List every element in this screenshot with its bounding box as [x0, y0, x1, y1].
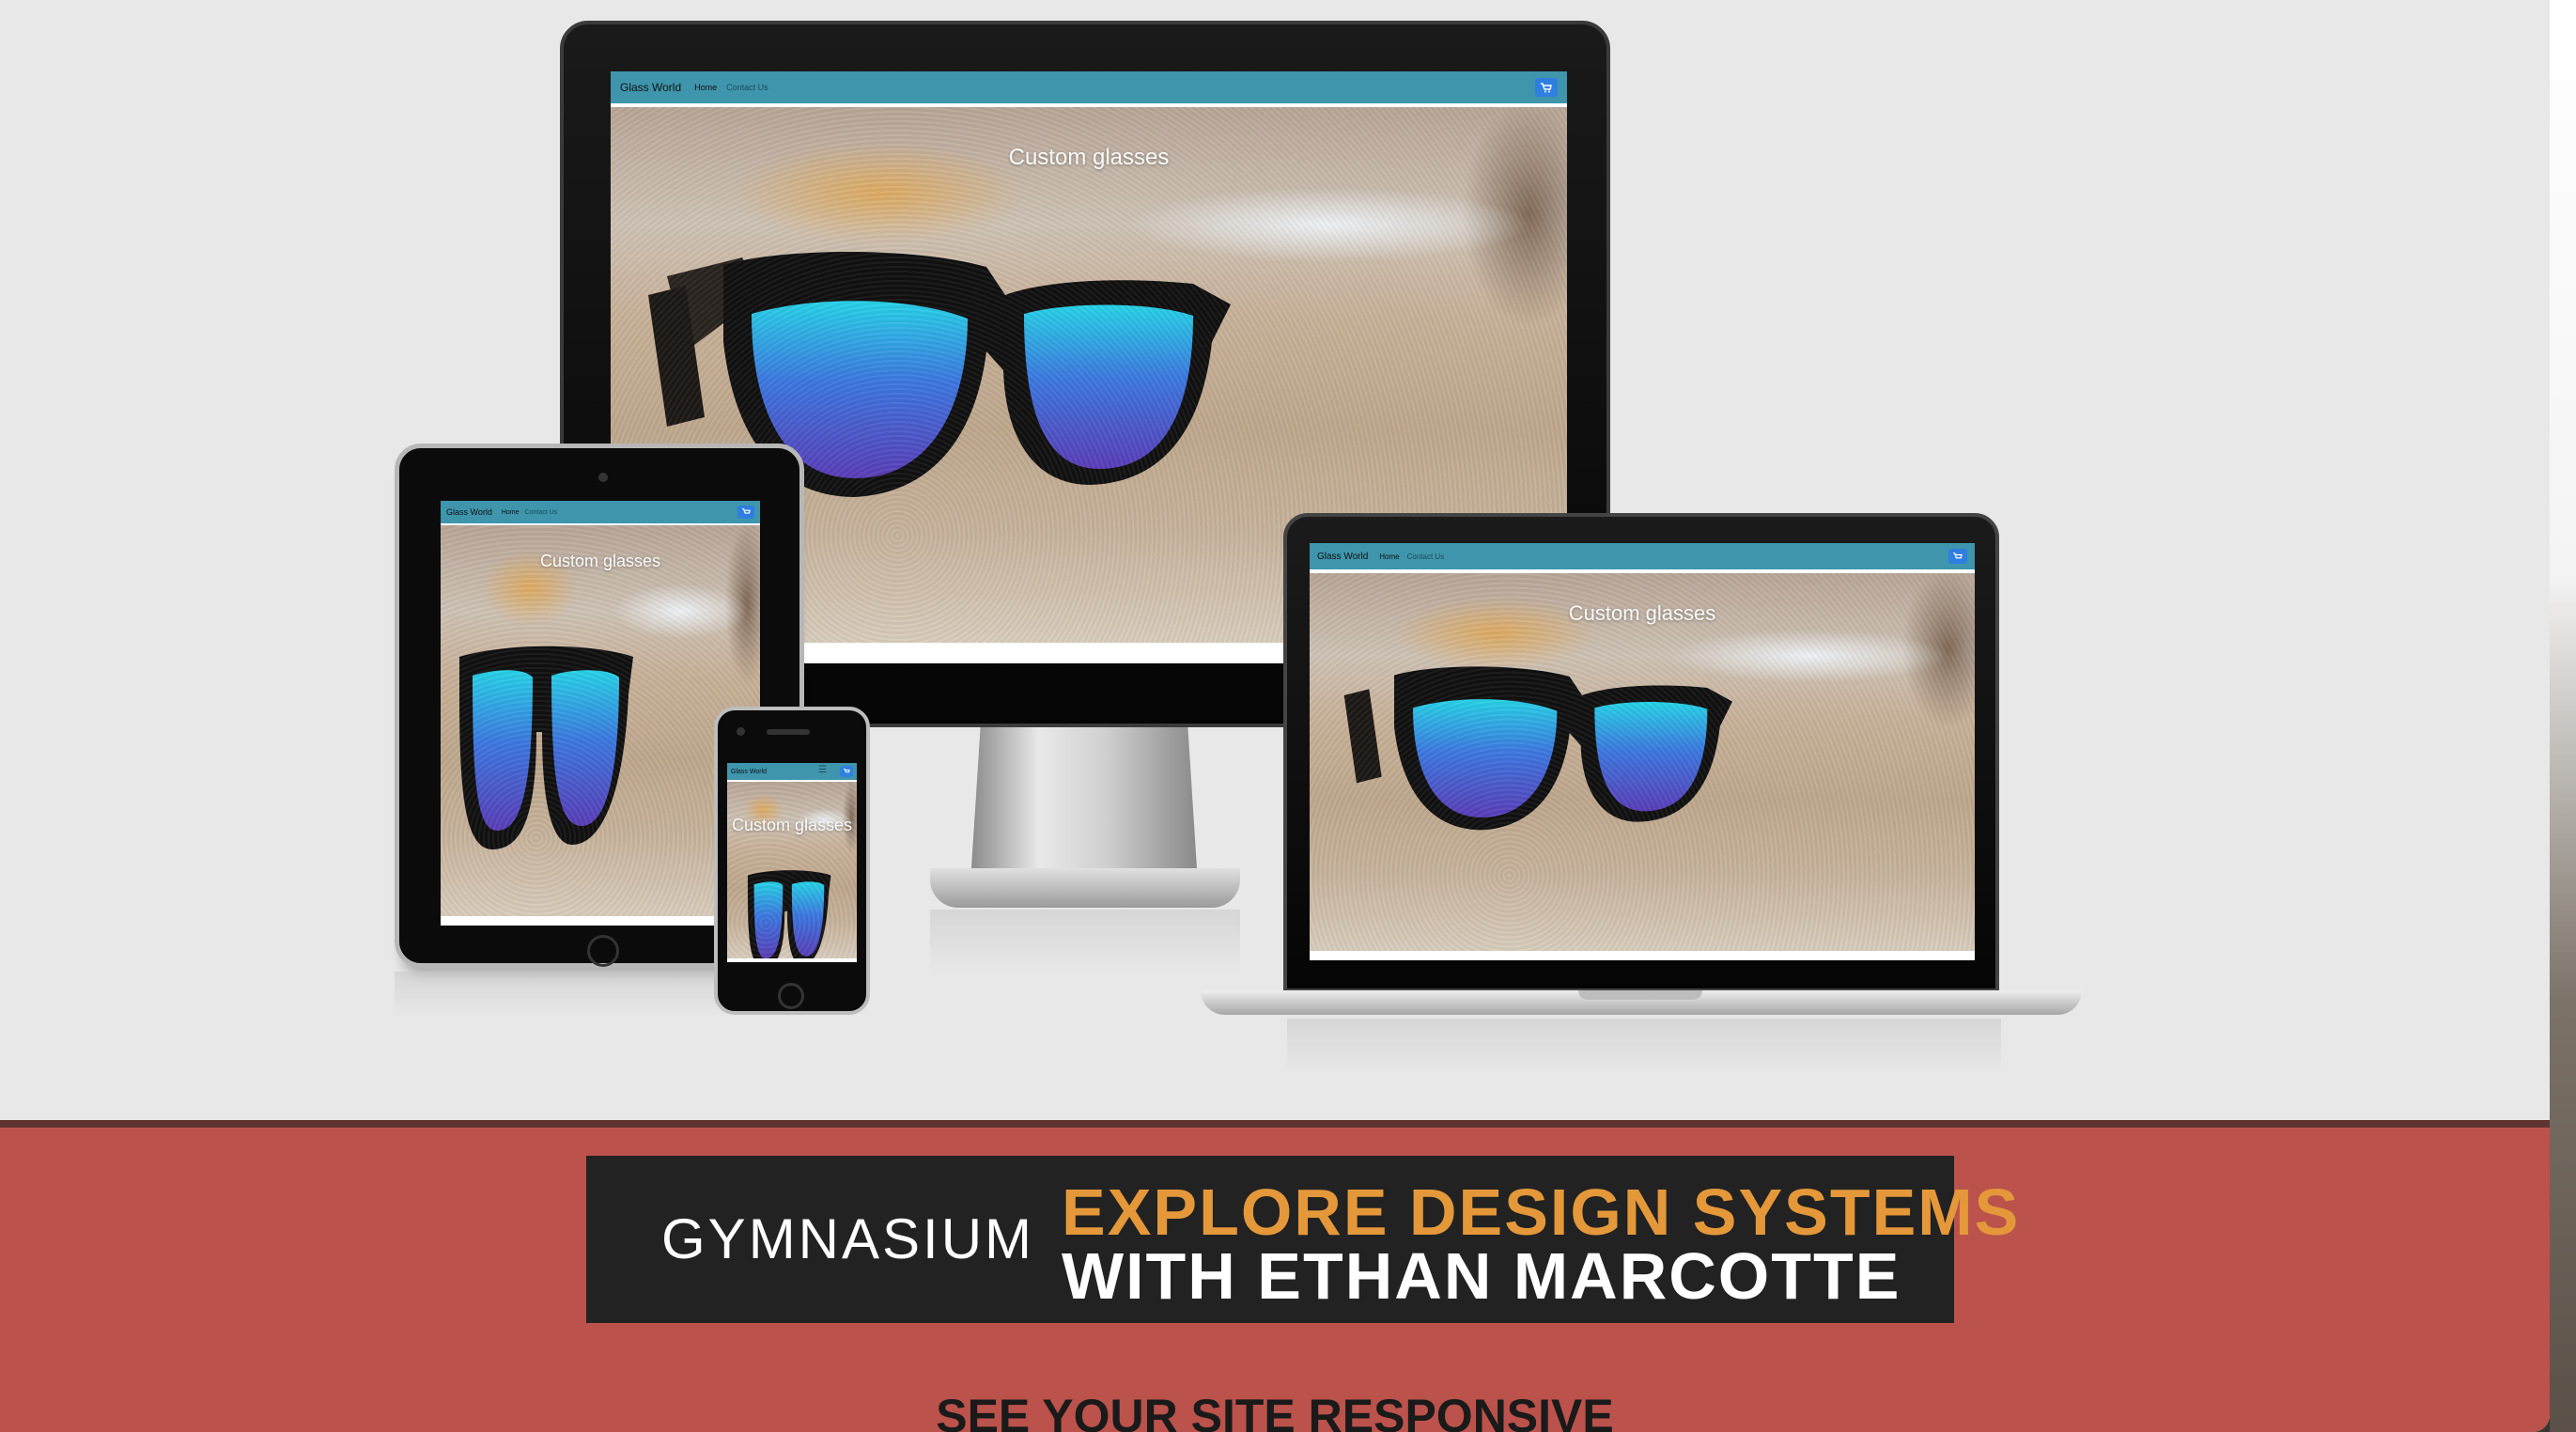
laptop-cart-button[interactable] — [1948, 549, 1967, 564]
monitor-stand — [971, 727, 1197, 868]
laptop-nav-contact[interactable]: Contact Us — [1407, 553, 1445, 561]
hamburger-menu-icon[interactable]: ☰ — [818, 766, 827, 775]
tablet-home-button — [587, 935, 619, 967]
monitor-stand-base — [930, 868, 1240, 908]
laptop-reflection — [1287, 1019, 2001, 1075]
desktop-nav-contact[interactable]: Contact Us — [726, 83, 768, 92]
phone-home-button — [778, 983, 804, 1009]
cart-icon — [843, 769, 850, 773]
background-window-edge — [2550, 0, 2576, 1432]
phone-speaker — [767, 729, 810, 735]
tablet-hero-image: Custom glasses — [441, 525, 760, 916]
tablet-camera — [598, 473, 608, 482]
banner-headline-line2: WITH ETHAN MARCOTTE — [1062, 1239, 1901, 1313]
tablet-nav-home[interactable]: Home — [502, 509, 520, 516]
gymnasium-ad-banner[interactable]: GYMNASIUM EXPLORE DESIGN SYSTEMS WITH ET… — [586, 1156, 2018, 1323]
desktop-navbar: Glass World Home Contact Us — [611, 71, 1567, 103]
desktop-hero-text: Custom glasses — [1008, 145, 1170, 170]
phone-navbar: Glass World ☰ — [727, 763, 857, 780]
tablet-navbar: Glass World Home Contact Us — [441, 501, 760, 523]
phone-screen: Glass World ☰ Custom glasses — [727, 763, 857, 962]
cart-icon — [1953, 552, 1963, 558]
sunglasses-image — [1343, 666, 1732, 831]
desktop-nav-home[interactable]: Home — [694, 83, 717, 92]
phone-camera — [737, 727, 745, 736]
phone-brand[interactable]: Glass World — [731, 769, 767, 775]
desktop-cart-button[interactable] — [1535, 78, 1558, 97]
tablet-nav-contact[interactable]: Contact Us — [525, 509, 558, 516]
sunglasses-image — [747, 870, 831, 958]
laptop-notch — [1578, 990, 1702, 1000]
sunglasses-image — [459, 646, 633, 849]
laptop-screen: Glass World Home Contact Us Custom glass… — [1310, 543, 1975, 960]
gymnasium-logo-text: GYMNASIUM — [661, 1207, 1035, 1270]
gymnasium-logo: GYMNASIUM — [661, 1206, 1034, 1271]
stand-reflection — [930, 910, 1240, 975]
tablet-hero-text: Custom glasses — [539, 552, 661, 570]
laptop-nav-home[interactable]: Home — [1379, 553, 1399, 561]
laptop-brand[interactable]: Glass World — [1317, 552, 1368, 562]
phone-hero-image: Custom glasses — [727, 782, 857, 958]
section-heading: SEE YOUR SITE RESPONSIVE — [936, 1390, 1614, 1432]
tablet-cart-button[interactable] — [737, 506, 754, 519]
cart-icon — [741, 508, 751, 514]
laptop-mockup: Glass World Home Contact Us Custom glass… — [1283, 513, 1999, 992]
phone-cart-button[interactable] — [840, 766, 853, 777]
cart-icon — [1541, 82, 1552, 92]
desktop-brand[interactable]: Glass World — [620, 81, 681, 94]
page: Glass World Home Contact Us Custom glass… — [0, 0, 2550, 1432]
laptop-hero-image: Custom glasses — [1310, 573, 1975, 951]
laptop-navbar: Glass World Home Contact Us — [1310, 543, 1975, 569]
tablet-brand[interactable]: Glass World — [446, 507, 492, 517]
tablet-screen: Glass World Home Contact Us Custom glass… — [441, 501, 760, 926]
phone-mockup: Glass World ☰ Custom glasses — [714, 707, 870, 1015]
laptop-hero-text: Custom glasses — [1568, 601, 1716, 625]
phone-hero-text: Custom glasses — [731, 816, 853, 834]
